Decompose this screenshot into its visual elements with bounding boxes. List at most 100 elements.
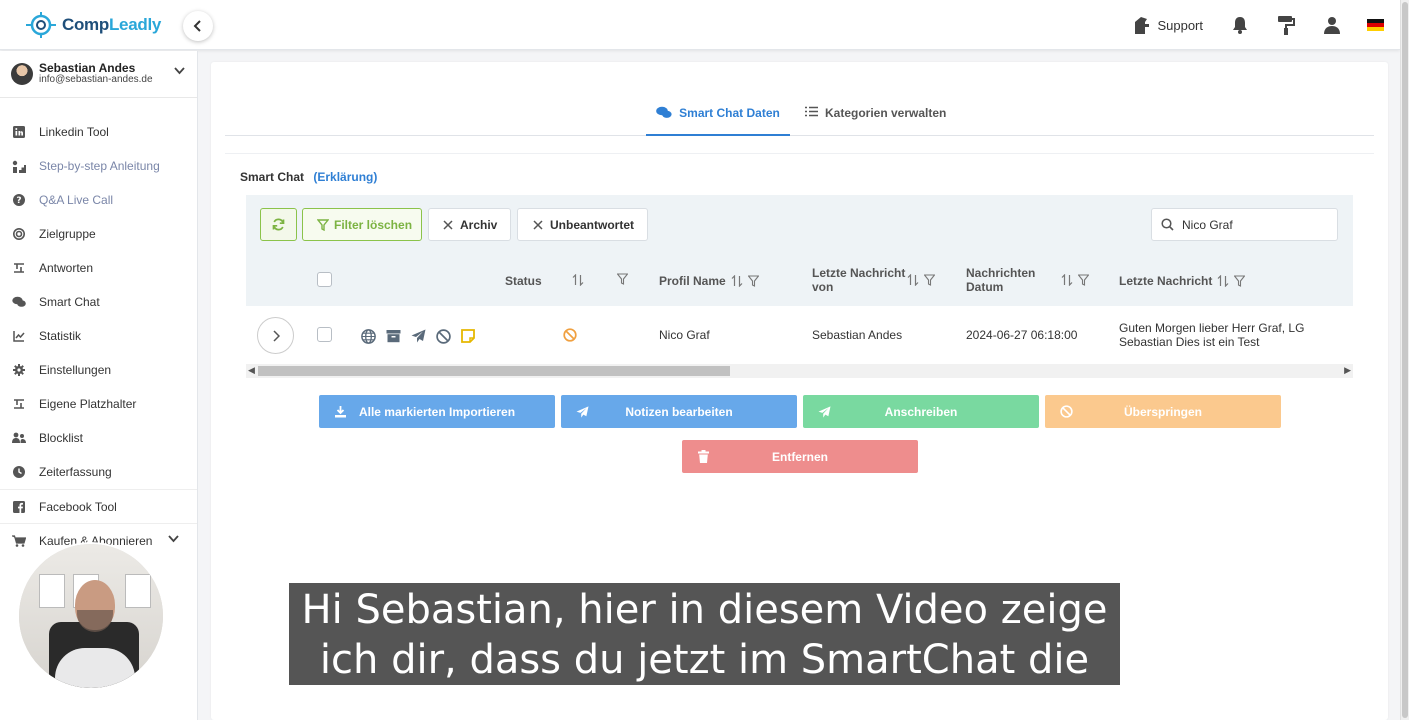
unbeantwortet-label: Unbeantwortet bbox=[550, 217, 634, 232]
explanation-link[interactable]: (Erklärung) bbox=[313, 170, 377, 184]
users-block-icon bbox=[12, 432, 26, 443]
sidebar-item-linkedin-tool[interactable]: Linkedin Tool bbox=[0, 115, 197, 149]
scroll-right-arrow[interactable]: ▶ bbox=[1344, 365, 1351, 376]
note-icon[interactable] bbox=[460, 328, 476, 344]
tab-kategorien-verwalten[interactable]: Kategorien verwalten bbox=[805, 105, 946, 136]
sidebar-item-zeiterfassung[interactable]: Zeiterfassung bbox=[0, 455, 197, 489]
archive-icon[interactable] bbox=[385, 328, 401, 344]
search-input[interactable] bbox=[1182, 217, 1322, 232]
chevron-down-icon[interactable] bbox=[168, 535, 179, 543]
trash-icon bbox=[698, 450, 709, 463]
header-letzte-nachricht: Letzte Nachricht bbox=[1119, 274, 1213, 288]
video-subtitles: Hi Sebastian, hier in diesem Video zeige… bbox=[289, 583, 1120, 685]
sidebar-item-label: Eigene Platzhalter bbox=[39, 397, 137, 411]
import-selected-button[interactable]: Alle markierten Importieren bbox=[319, 395, 555, 428]
list-icon bbox=[805, 106, 818, 117]
scroll-thumb[interactable] bbox=[258, 366, 730, 376]
notes-label: Notizen bearbeiten bbox=[625, 404, 733, 419]
refresh-button[interactable] bbox=[260, 208, 297, 241]
cell-letzte-nachricht-von: Sebastian Andes bbox=[812, 328, 903, 342]
edit-notes-button[interactable]: Notizen bearbeiten bbox=[561, 395, 797, 428]
tab-smart-chat-daten[interactable]: Smart Chat Daten bbox=[646, 105, 790, 136]
sort-icon[interactable] bbox=[907, 274, 919, 286]
sidebar-item-label: Step-by-step Anleitung bbox=[39, 159, 160, 173]
search-box[interactable] bbox=[1151, 208, 1338, 241]
logo-icon bbox=[26, 12, 56, 38]
theme-button[interactable] bbox=[1275, 14, 1297, 36]
filter-icon[interactable] bbox=[1078, 274, 1089, 286]
header-letzte-nachricht-von: Letzte Nachricht von bbox=[812, 266, 906, 294]
sort-icon[interactable] bbox=[1217, 275, 1229, 287]
header-profil-name: Profil Name bbox=[659, 274, 726, 288]
write-message-button[interactable]: Anschreiben bbox=[803, 395, 1039, 428]
expand-row-button[interactable] bbox=[257, 317, 294, 354]
scroll-left-arrow[interactable]: ◀ bbox=[248, 365, 255, 376]
cell-profil-name: Nico Graf bbox=[659, 328, 710, 342]
placeholder-icon bbox=[14, 399, 24, 409]
sidebar-item-label: Zielgruppe bbox=[39, 227, 96, 241]
question-icon: ? bbox=[13, 194, 25, 206]
filter-clear-label: Filter löschen bbox=[334, 217, 413, 232]
send-icon[interactable] bbox=[410, 328, 426, 344]
filter-clear-button[interactable]: Filter löschen bbox=[302, 208, 422, 241]
header-nachrichten-datum: Nachrichten Datum bbox=[966, 266, 1036, 294]
chevron-left-icon bbox=[193, 20, 201, 32]
section-title: Smart Chat (Erklärung) bbox=[240, 170, 377, 184]
remove-button[interactable]: Entfernen bbox=[682, 440, 918, 473]
sort-icon[interactable] bbox=[731, 275, 743, 287]
sidebar-item-qa-live-call[interactable]: ? Q&A Live Call bbox=[0, 183, 197, 217]
sidebar-item-smart-chat[interactable]: Smart Chat bbox=[0, 285, 197, 319]
sort-icon[interactable] bbox=[572, 274, 584, 286]
sidebar-item-blocklist[interactable]: Blocklist bbox=[0, 421, 197, 455]
download-icon bbox=[335, 406, 346, 418]
sort-icon[interactable] bbox=[1061, 274, 1073, 286]
table-header: Status Profil Name Letzte Nachricht von … bbox=[246, 254, 1353, 306]
row-checkbox[interactable] bbox=[317, 327, 332, 342]
filter-icon[interactable] bbox=[617, 273, 628, 285]
globe-icon[interactable] bbox=[360, 328, 376, 344]
select-all-checkbox[interactable] bbox=[317, 272, 332, 287]
sidebar-item-facebook-tool[interactable]: Facebook Tool bbox=[0, 489, 197, 523]
skip-button[interactable]: Überspringen bbox=[1045, 395, 1281, 428]
sidebar-collapse-button[interactable] bbox=[183, 11, 213, 41]
page-scrollbar[interactable] bbox=[1400, 0, 1409, 720]
svg-text:?: ? bbox=[16, 196, 21, 206]
steps-icon bbox=[12, 160, 26, 173]
user-menu[interactable]: Sebastian Andes info@sebastian-andes.de bbox=[0, 51, 197, 98]
chevron-down-icon[interactable] bbox=[174, 67, 185, 75]
sidebar-item-label: Facebook Tool bbox=[39, 499, 117, 514]
flag-de-icon[interactable] bbox=[1367, 19, 1384, 31]
filter-icon[interactable] bbox=[1234, 275, 1246, 287]
table-row[interactable]: Nico Graf Sebastian Andes 2024-06-27 06:… bbox=[246, 306, 1353, 364]
archiv-filter-button[interactable]: Archiv bbox=[428, 208, 511, 241]
filter-icon[interactable] bbox=[924, 274, 935, 286]
archiv-label: Archiv bbox=[460, 217, 498, 232]
table-horizontal-scrollbar[interactable]: ◀ ▶ bbox=[246, 364, 1353, 378]
avatar bbox=[11, 63, 33, 85]
refresh-icon bbox=[272, 218, 285, 231]
sidebar-item-eigene-platzhalter[interactable]: Eigene Platzhalter bbox=[0, 387, 197, 421]
sidebar-item-label: Smart Chat bbox=[39, 295, 100, 309]
sidebar-item-einstellungen[interactable]: Einstellungen bbox=[0, 353, 197, 387]
close-icon bbox=[443, 219, 453, 230]
support-button[interactable]: Support bbox=[1131, 15, 1203, 35]
unbeantwortet-filter-button[interactable]: Unbeantwortet bbox=[517, 208, 648, 241]
sidebar-item-statistik[interactable]: Statistik bbox=[0, 319, 197, 353]
tab-bar: Smart Chat Daten Kategorien verwalten bbox=[225, 92, 1374, 136]
ban-icon[interactable] bbox=[435, 328, 451, 344]
notifications-button[interactable] bbox=[1229, 14, 1251, 36]
sidebar-item-zielgruppe[interactable]: Zielgruppe bbox=[0, 217, 197, 251]
linkedin-icon bbox=[13, 126, 25, 138]
table-toolbar: Filter löschen Archiv Unbeantwortet bbox=[246, 195, 1353, 254]
sidebar-item-step-by-step[interactable]: Step-by-step Anleitung bbox=[0, 149, 197, 183]
filter-icon[interactable] bbox=[747, 275, 759, 287]
tab-label: Kategorien verwalten bbox=[825, 106, 947, 120]
header-status: Status bbox=[505, 274, 542, 288]
webcam-overlay bbox=[17, 542, 165, 690]
sidebar-item-label: Statistik bbox=[39, 329, 82, 343]
subtitle-line-2: ich dir, dass du jetzt im SmartChat die bbox=[319, 637, 1090, 683]
logo[interactable]: CompLeadly bbox=[24, 10, 161, 40]
sidebar-item-antworten[interactable]: Antworten bbox=[0, 251, 197, 285]
profile-button[interactable] bbox=[1321, 14, 1343, 36]
sidebar-item-label: Q&A Live Call bbox=[39, 193, 114, 207]
